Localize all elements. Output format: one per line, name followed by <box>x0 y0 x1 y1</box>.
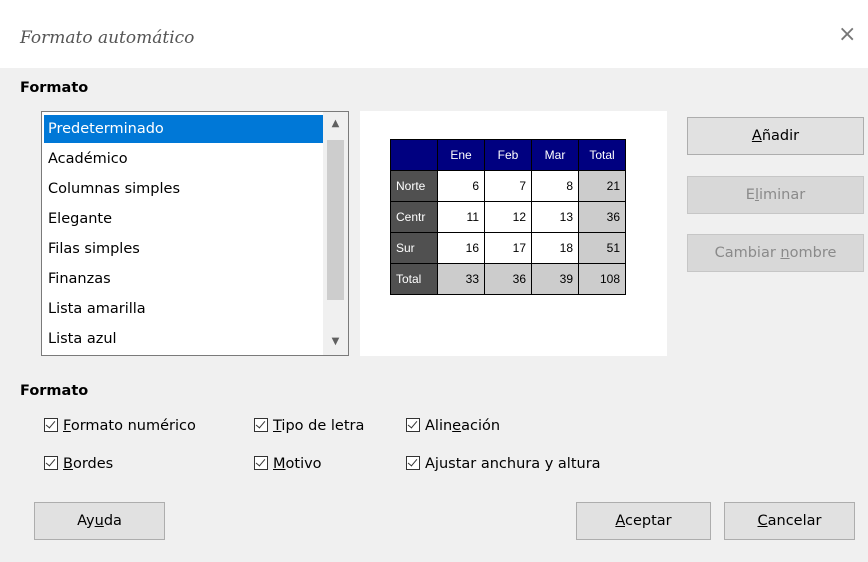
help-button-label: Ayuda <box>77 513 122 529</box>
title-bar: Formato automático × <box>0 0 868 68</box>
list-item[interactable]: Académico <box>44 145 324 173</box>
scroll-up-icon[interactable]: ▲ <box>323 118 348 129</box>
dialog-title: Formato automático <box>20 28 195 48</box>
list-item[interactable]: Predeterminado <box>44 115 324 143</box>
preview-cell: 6 <box>437 170 485 202</box>
preview-total-cell: 39 <box>531 263 579 295</box>
list-item[interactable]: Lista azul <box>44 325 324 353</box>
checkbox-checked-icon <box>254 456 268 470</box>
rename-button[interactable]: Cambiar nombre <box>687 234 864 272</box>
preview-total-cell: 108 <box>578 263 626 295</box>
alignment-checkbox[interactable]: Alineación <box>406 416 500 436</box>
preview-header-cell: Ene <box>437 139 485 171</box>
autofit-checkbox[interactable]: Ajustar anchura y altura <box>406 454 601 474</box>
preview-corner-cell <box>390 139 438 171</box>
cancel-button-label: Cancelar <box>757 513 822 529</box>
preview-total-cell: 36 <box>484 263 532 295</box>
format-section-label: Formato <box>20 80 89 96</box>
close-icon[interactable]: × <box>838 24 856 46</box>
preview-cell: 7 <box>484 170 532 202</box>
preview-table: Ene Feb Mar Total Norte 6 7 8 21 Centr 1… <box>390 139 626 295</box>
preview-cell: 12 <box>484 201 532 233</box>
autoformat-dialog: Formato automático × Formato Predetermin… <box>0 0 868 562</box>
scroll-thumb[interactable] <box>327 140 344 300</box>
font-checkbox[interactable]: Tipo de letra <box>254 416 364 436</box>
add-button[interactable]: Añadir <box>687 117 864 155</box>
add-button-label: Añadir <box>751 128 800 144</box>
ok-button[interactable]: Aceptar <box>576 502 711 540</box>
preview-cell: 16 <box>437 232 485 264</box>
preview-row-header: Centr <box>390 201 438 233</box>
preview-row-header: Sur <box>390 232 438 264</box>
preview-cell: 17 <box>484 232 532 264</box>
preview-cell: 18 <box>531 232 579 264</box>
format-preview: Ene Feb Mar Total Norte 6 7 8 21 Centr 1… <box>360 111 667 356</box>
format-listbox[interactable]: Predeterminado Académico Columnas simple… <box>41 111 349 356</box>
rename-button-label: Cambiar nombre <box>714 245 837 261</box>
preview-total-cell: 36 <box>578 201 626 233</box>
checkbox-checked-icon <box>44 456 58 470</box>
list-scrollbar[interactable]: ▲ ▼ <box>323 112 348 355</box>
help-button[interactable]: Ayuda <box>34 502 165 540</box>
preview-total-cell: 33 <box>437 263 485 295</box>
checkbox-checked-icon <box>406 418 420 432</box>
preview-total-cell: 51 <box>578 232 626 264</box>
preview-cell: 11 <box>437 201 485 233</box>
preview-total-cell: 21 <box>578 170 626 202</box>
ok-button-label: Aceptar <box>615 513 672 529</box>
options-section-label: Formato <box>20 383 89 399</box>
checkbox-checked-icon <box>44 418 58 432</box>
delete-button[interactable]: Eliminar <box>687 176 864 214</box>
checkbox-checked-icon <box>406 456 420 470</box>
list-item[interactable]: Elegante <box>44 205 324 233</box>
borders-checkbox[interactable]: Bordes <box>44 454 113 474</box>
scroll-down-icon[interactable]: ▼ <box>323 336 348 347</box>
list-item[interactable]: Filas simples <box>44 235 324 263</box>
cancel-button[interactable]: Cancelar <box>724 502 855 540</box>
list-item[interactable]: Finanzas <box>44 265 324 293</box>
preview-row-header: Total <box>390 263 438 295</box>
preview-header-cell: Feb <box>484 139 532 171</box>
preview-row-header: Norte <box>390 170 438 202</box>
checkbox-checked-icon <box>254 418 268 432</box>
preview-header-cell: Total <box>578 139 626 171</box>
number-format-checkbox[interactable]: Formato numérico <box>44 416 196 436</box>
list-item[interactable]: Columnas simples <box>44 175 324 203</box>
preview-cell: 8 <box>531 170 579 202</box>
list-item[interactable]: Lista amarilla <box>44 295 324 323</box>
delete-button-label: Eliminar <box>745 187 806 203</box>
pattern-checkbox[interactable]: Motivo <box>254 454 322 474</box>
preview-header-cell: Mar <box>531 139 579 171</box>
preview-cell: 13 <box>531 201 579 233</box>
